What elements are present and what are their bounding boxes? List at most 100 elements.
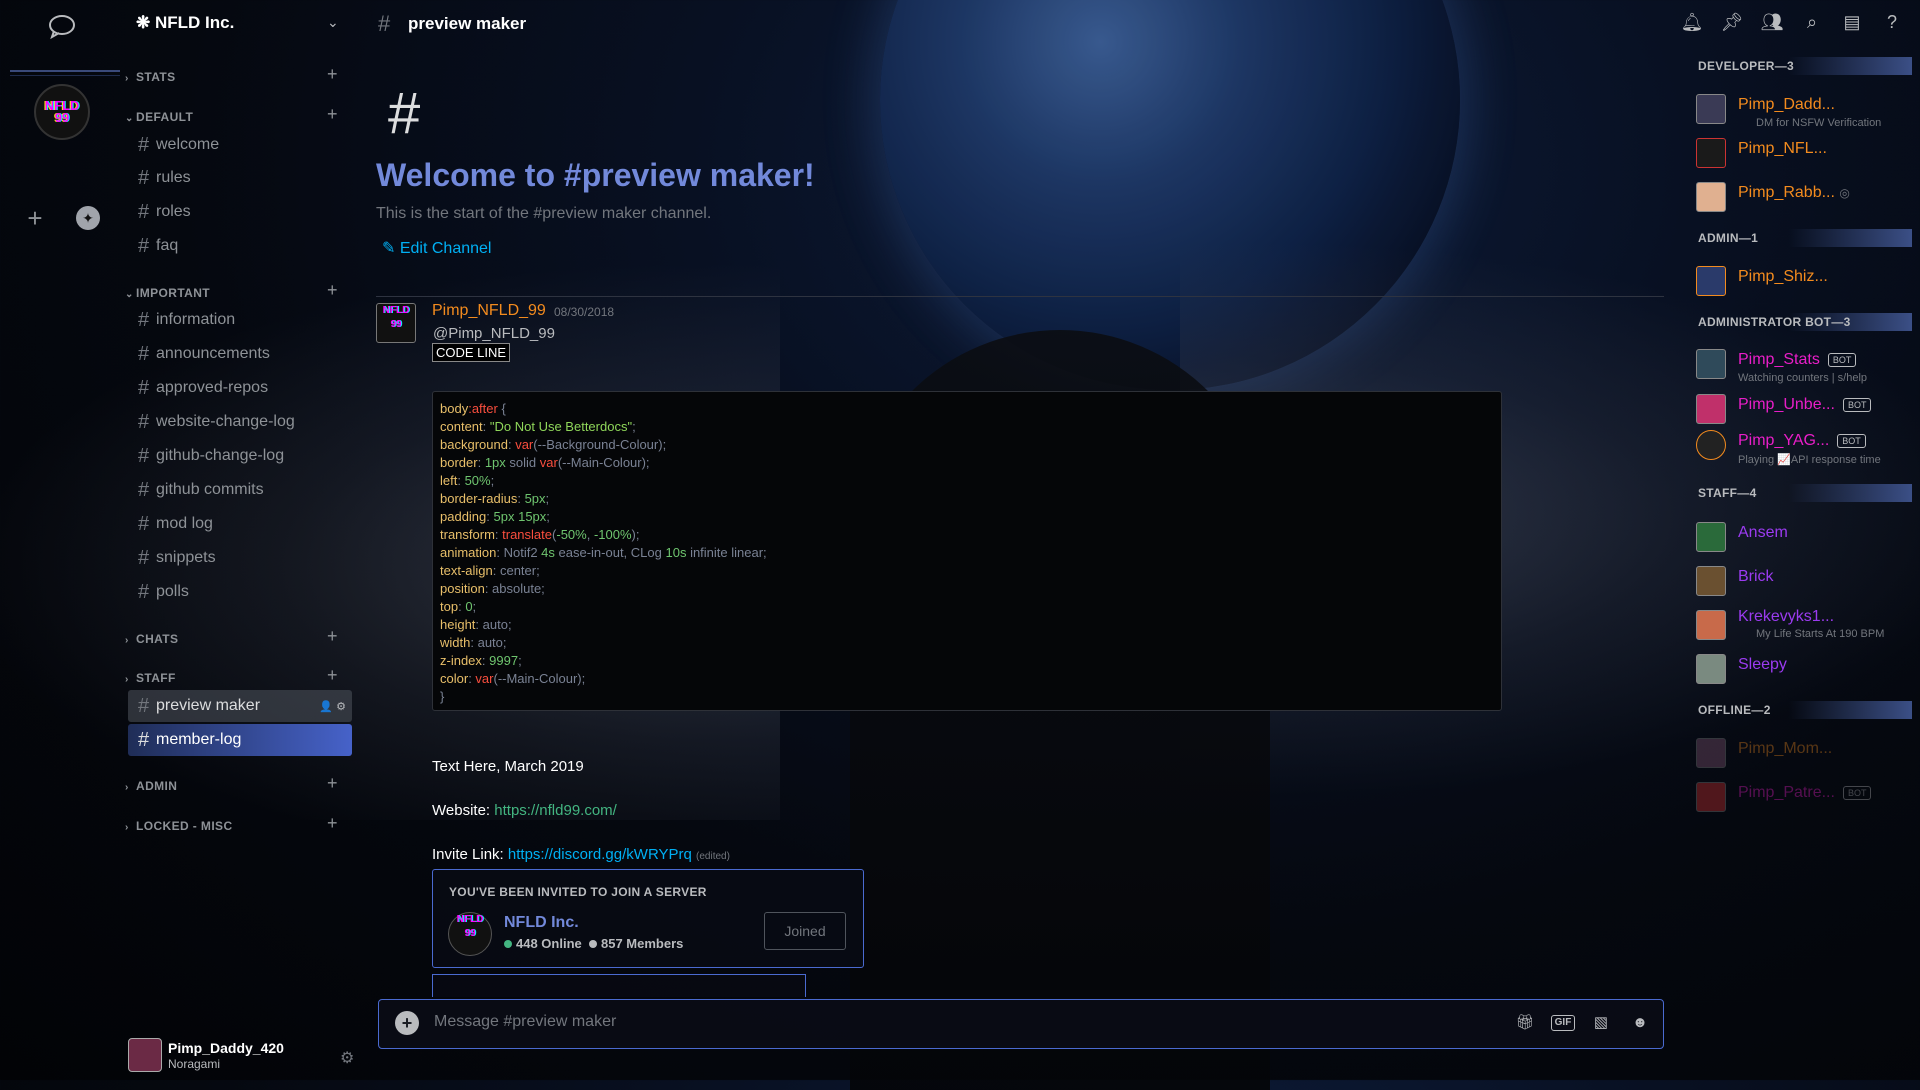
member-item[interactable]: Krekevyks1... My Life Starts At 190 BPM xyxy=(1696,608,1916,644)
compass-icon[interactable]: ✦ xyxy=(76,206,100,230)
category-admin[interactable]: › ADMIN xyxy=(125,779,177,793)
member-category-staff: STAFF—4 xyxy=(1688,484,1912,502)
emoji-icon[interactable]: ☻ xyxy=(1627,1011,1653,1035)
code-line: animation: Notif2 4s ease-in-out, CLog 1… xyxy=(440,545,767,560)
add-channel-icon[interactable]: + xyxy=(327,280,338,301)
gear-icon[interactable]: ⚙ xyxy=(340,1048,354,1068)
add-server-icon[interactable]: + xyxy=(22,205,48,231)
avatar xyxy=(1696,349,1726,379)
user-avatar[interactable] xyxy=(128,1038,162,1072)
add-channel-icon[interactable]: + xyxy=(327,626,338,647)
embed-card-partial xyxy=(432,974,806,997)
member-item[interactable]: Pimp_Rabb... ◎ xyxy=(1696,180,1916,216)
channel-member-log[interactable]: # member-log xyxy=(128,724,352,756)
member-item[interactable]: Pimp_Mom... xyxy=(1696,736,1916,772)
member-item[interactable]: Pimp_YAG... BOT Playing 📈API response time xyxy=(1696,428,1916,466)
joined-button[interactable]: Joined xyxy=(764,912,846,950)
member-item[interactable]: Ansem xyxy=(1696,520,1916,556)
member-count: 857 Members xyxy=(600,936,684,951)
message-author[interactable]: Pimp_NFLD_99 xyxy=(432,302,546,320)
avatar xyxy=(1696,610,1726,640)
channel-preview-maker[interactable]: # preview maker 👤 ⚙ xyxy=(128,690,352,722)
channel-website-change-log[interactable]: # website-change-log xyxy=(128,406,352,438)
search-icon[interactable]: ⌕ xyxy=(1800,10,1824,34)
bell-icon[interactable]: 🔔︎ xyxy=(1680,10,1704,34)
code-line: width: auto; xyxy=(440,635,507,650)
message-avatar[interactable]: NFLD 99 xyxy=(376,303,416,343)
add-channel-icon[interactable]: + xyxy=(327,665,338,686)
channel-welcome[interactable]: # welcome xyxy=(128,129,352,161)
members-dot-icon xyxy=(588,940,597,948)
header-toolbar: 🔔︎ 📌︎ 👥︎ ⌕ ▤ ? xyxy=(1680,10,1904,34)
message-input[interactable]: Message #preview maker xyxy=(434,1013,616,1031)
gif-icon[interactable]: GIF xyxy=(1551,1015,1575,1031)
category-important[interactable]: ⌄ IMPORTANT xyxy=(125,286,210,300)
hash-icon: # xyxy=(138,410,150,433)
code-line: } xyxy=(440,689,445,704)
nfld-server-icon[interactable]: NFLD 99 xyxy=(34,84,90,140)
member-name: Sleepy xyxy=(1738,656,1787,673)
member-item[interactable]: Pimp_Stats BOT Watching counters | s/help xyxy=(1696,347,1916,384)
code-line: padding: 5px 15px; xyxy=(440,509,550,524)
upload-plus-icon[interactable]: + xyxy=(395,1011,419,1035)
channel-faq[interactable]: # faq xyxy=(128,230,352,262)
category-locked-misc[interactable]: › LOCKED - MISC xyxy=(125,819,233,833)
sticker-icon[interactable]: ▧ xyxy=(1588,1011,1614,1035)
online-dot-icon xyxy=(504,940,512,948)
member-item[interactable]: Pimp_Shiz... xyxy=(1696,264,1916,300)
member-name: Pimp_Unbe... BOT xyxy=(1738,396,1872,414)
invite-link[interactable]: https://discord.gg/kWRYPrq xyxy=(508,846,692,863)
category-chats[interactable]: › CHATS xyxy=(125,632,178,646)
member-name: Pimp_NFL... xyxy=(1738,140,1827,157)
category-default[interactable]: ⌄ DEFAULT xyxy=(125,110,193,124)
pin-icon[interactable]: 📌︎ xyxy=(1720,10,1744,34)
add-channel-icon[interactable]: + xyxy=(327,813,338,834)
channel-github-commits[interactable]: # github commits xyxy=(128,474,352,506)
hash-icon: # xyxy=(138,728,150,751)
invite-server-icon: NFLD 99 xyxy=(448,912,492,956)
member-item[interactable]: Pimp_Dadd... DM for NSFW Verification xyxy=(1696,92,1916,129)
gift-icon[interactable]: 🎁︎ xyxy=(1512,1011,1538,1035)
inbox-icon[interactable]: ▤ xyxy=(1840,10,1864,34)
member-item[interactable]: Pimp_NFL... xyxy=(1696,136,1916,172)
member-item[interactable]: Brick xyxy=(1696,564,1916,600)
add-channel-icon[interactable]: + xyxy=(327,64,338,85)
add-channel-icon[interactable]: + xyxy=(327,104,338,125)
channel-rules[interactable]: # rules xyxy=(128,162,352,194)
member-item[interactable]: Sleepy xyxy=(1696,652,1916,688)
channel-snippets[interactable]: # snippets xyxy=(128,542,352,574)
hash-icon: # xyxy=(138,376,150,399)
channel-approved-repos[interactable]: # approved-repos xyxy=(128,372,352,404)
hash-icon: # xyxy=(378,11,391,36)
channel-polls[interactable]: # polls xyxy=(128,576,352,608)
code-block: body:after { content: "Do Not Use Better… xyxy=(432,391,1502,711)
home-chat-icon[interactable] xyxy=(44,12,80,40)
channel-information[interactable]: # information xyxy=(128,304,352,336)
server-list-separator xyxy=(10,70,120,72)
channel-mod-log[interactable]: # mod log xyxy=(128,508,352,540)
server-list xyxy=(0,0,120,1080)
chevron-down-icon[interactable]: ⌄ xyxy=(327,14,339,31)
channel-announcements[interactable]: # announcements xyxy=(128,338,352,370)
bot-badge: BOT xyxy=(1837,433,1866,448)
help-icon[interactable]: ? xyxy=(1880,10,1904,34)
channel-roles[interactable]: # roles xyxy=(128,196,352,228)
invite-and-settings-icons[interactable]: 👤 ⚙ xyxy=(319,700,346,713)
website-link[interactable]: https://nfld99.com/ xyxy=(494,802,617,819)
bot-badge: BOT xyxy=(1827,352,1857,367)
edited-marker: (edited) xyxy=(696,851,730,862)
channel-github-change-log[interactable]: # github-change-log xyxy=(128,440,352,472)
category-stats[interactable]: › STATS xyxy=(125,70,176,84)
add-channel-icon[interactable]: + xyxy=(327,773,338,794)
server-name[interactable]: ❋ NFLD Inc. xyxy=(136,13,234,33)
edit-channel-link[interactable]: ✎ Edit Channel xyxy=(382,238,491,258)
welcome-title: Welcome to #preview maker! xyxy=(376,157,815,193)
member-status: DM for NSFW Verification xyxy=(1756,117,1882,129)
member-item[interactable]: Pimp_Patre... BOT xyxy=(1696,780,1916,816)
member-item[interactable]: Pimp_Unbe... BOT xyxy=(1696,392,1916,428)
members-icon[interactable]: 👥︎ xyxy=(1760,10,1784,34)
avatar xyxy=(1696,566,1726,596)
category-staff[interactable]: › STAFF xyxy=(125,671,176,685)
mention[interactable]: @Pimp_NFLD_99 xyxy=(433,325,555,342)
avatar xyxy=(1696,138,1726,168)
